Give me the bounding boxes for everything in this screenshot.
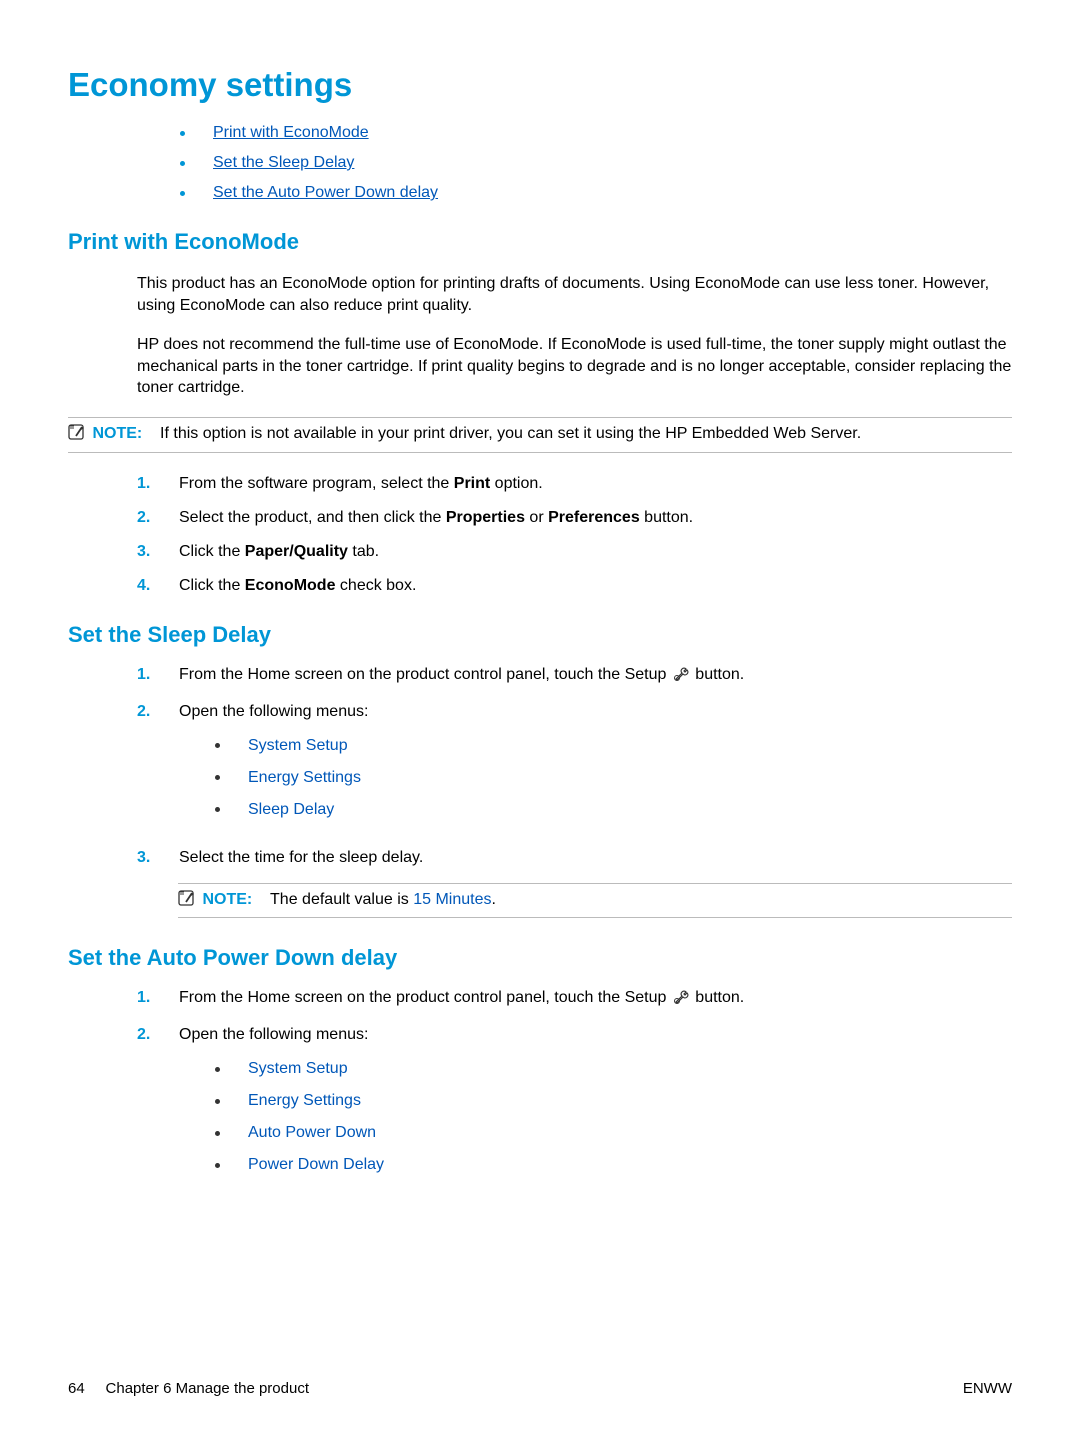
step-item: 1. From the Home screen on the product c… — [137, 666, 1012, 687]
step-item: 3. Click the Paper/Quality tab. — [137, 543, 1012, 561]
step-text: From the software program, select the Pr… — [179, 475, 1012, 493]
paragraph: HP does not recommend the full-time use … — [137, 334, 1012, 399]
page-footer: 64 Chapter 6 Manage the product ENWW — [68, 1380, 1012, 1397]
step-item: 1. From the software program, select the… — [137, 475, 1012, 493]
steps-list: 1. From the software program, select the… — [68, 475, 1012, 595]
step-number: 1. — [137, 666, 179, 684]
bullet-icon — [180, 191, 185, 196]
note-value: 15 Minutes — [413, 891, 491, 908]
step-text: Click the Paper/Quality tab. — [179, 543, 1012, 561]
section1-body: This product has an EconoMode option for… — [68, 273, 1012, 399]
step-number: 3. — [137, 543, 179, 561]
toc-link-auto-power-down[interactable]: Set the Auto Power Down delay — [213, 184, 438, 202]
toc-link-sleep-delay[interactable]: Set the Sleep Delay — [213, 154, 354, 172]
note-callout: NOTE: If this option is not available in… — [68, 417, 1012, 453]
bullet-icon — [215, 1099, 220, 1104]
step-number: 2. — [137, 1026, 179, 1044]
step-text: Select the product, and then click the P… — [179, 509, 1012, 527]
note-text: . — [492, 891, 496, 908]
step-item: 3. Select the time for the sleep delay. — [137, 849, 1012, 867]
bullet-icon — [180, 161, 185, 166]
step-number: 4. — [137, 577, 179, 595]
step-number: 1. — [137, 475, 179, 493]
chapter-label: Chapter 6 Manage the product — [106, 1380, 309, 1397]
paragraph: This product has an EconoMode option for… — [137, 273, 1012, 316]
menu-option: Sleep Delay — [211, 801, 1012, 819]
section-heading-economode: Print with EconoMode — [68, 229, 1012, 255]
step-text: Open the following menus: System Setup E… — [179, 703, 1012, 833]
note-text: The default value is — [270, 891, 413, 908]
section-heading-sleep-delay: Set the Sleep Delay — [68, 622, 1012, 648]
toc-item: Print with EconoMode — [176, 124, 1012, 142]
wrench-icon — [673, 666, 689, 687]
note-text — [257, 891, 270, 908]
bullet-icon — [180, 131, 185, 136]
menu-option: Energy Settings — [211, 1092, 1012, 1110]
bullet-icon — [215, 807, 220, 812]
step-item: 4. Click the EconoMode check box. — [137, 577, 1012, 595]
note-callout: NOTE: The default value is 15 Minutes. — [178, 883, 1012, 919]
note-icon — [178, 890, 196, 913]
note-icon — [68, 424, 86, 447]
step-text: Click the EconoMode check box. — [179, 577, 1012, 595]
step-text: From the Home screen on the product cont… — [179, 666, 1012, 687]
toc-item: Set the Sleep Delay — [176, 154, 1012, 172]
footer-right: ENWW — [963, 1380, 1012, 1397]
page-number: 64 — [68, 1380, 85, 1397]
step-item: 2. Open the following menus: System Setu… — [137, 703, 1012, 833]
step-text: Select the time for the sleep delay. — [179, 849, 1012, 867]
toc-item: Set the Auto Power Down delay — [176, 184, 1012, 202]
bullet-icon — [215, 775, 220, 780]
menu-option: Power Down Delay — [211, 1156, 1012, 1174]
menu-option: System Setup — [211, 1060, 1012, 1078]
steps-list: 1. From the Home screen on the product c… — [68, 989, 1012, 1188]
section-heading-auto-power-down: Set the Auto Power Down delay — [68, 945, 1012, 971]
step-number: 2. — [137, 703, 179, 721]
note-label: NOTE: — [92, 425, 142, 442]
menu-option: System Setup — [211, 737, 1012, 755]
menu-option: Auto Power Down — [211, 1124, 1012, 1142]
step-number: 1. — [137, 989, 179, 1007]
bullet-icon — [215, 1067, 220, 1072]
toc-link-economode[interactable]: Print with EconoMode — [213, 124, 369, 142]
step-text: From the Home screen on the product cont… — [179, 989, 1012, 1010]
step-text: Open the following menus: System Setup E… — [179, 1026, 1012, 1188]
note-text: If this option is not available in your … — [160, 425, 861, 442]
note-label: NOTE: — [202, 891, 252, 908]
steps-list: 1. From the Home screen on the product c… — [68, 666, 1012, 867]
bullet-icon — [215, 743, 220, 748]
menu-option: Energy Settings — [211, 769, 1012, 787]
step-number: 3. — [137, 849, 179, 867]
step-item: 2. Select the product, and then click th… — [137, 509, 1012, 527]
note-text — [147, 425, 160, 442]
step-item: 1. From the Home screen on the product c… — [137, 989, 1012, 1010]
bullet-icon — [215, 1131, 220, 1136]
step-item: 2. Open the following menus: System Setu… — [137, 1026, 1012, 1188]
bullet-icon — [215, 1163, 220, 1168]
page-title: Economy settings — [68, 66, 1012, 104]
wrench-icon — [673, 989, 689, 1010]
table-of-contents: Print with EconoMode Set the Sleep Delay… — [68, 124, 1012, 202]
step-number: 2. — [137, 509, 179, 527]
